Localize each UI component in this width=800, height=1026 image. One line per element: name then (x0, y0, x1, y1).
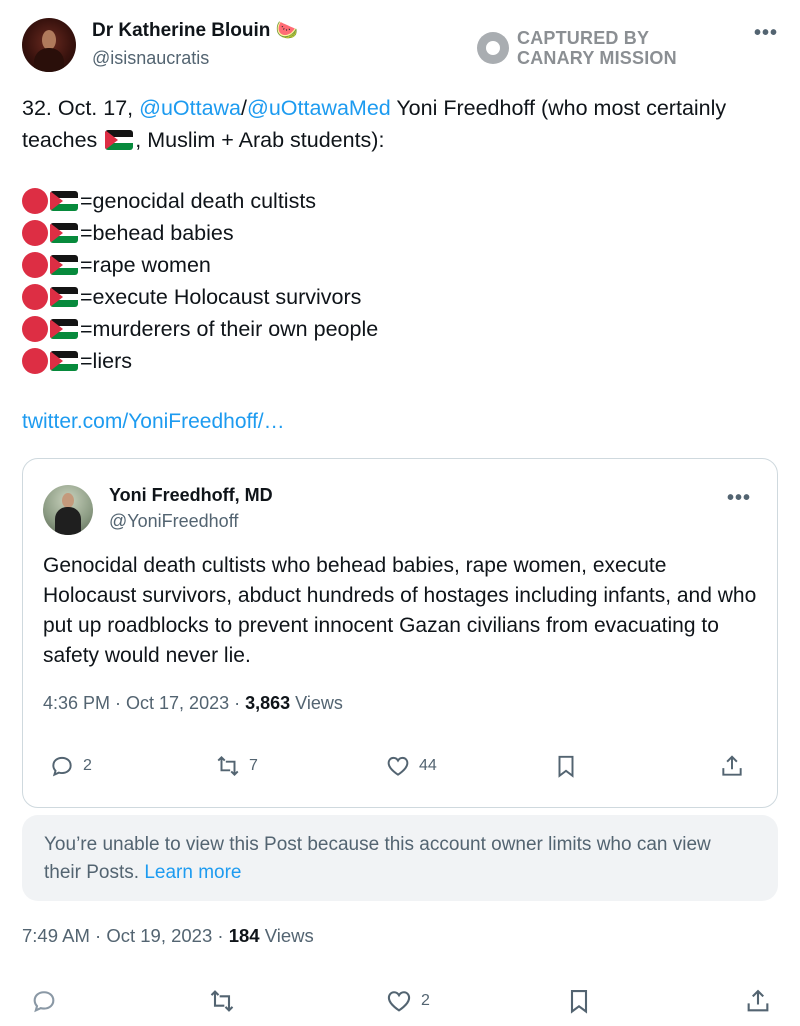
author-name[interactable]: Dr Katherine Blouin 🍉 (92, 20, 298, 42)
quoted-views-count: 3,863 (245, 693, 291, 713)
share-icon (747, 989, 769, 1012)
palestine-flag-icon (50, 223, 78, 243)
tweet-action-bar: 2 (0, 986, 800, 1018)
like-count: 44 (419, 757, 437, 774)
quoted-tweet-meta: 4:36 PM · Oct 17, 2023 · 3,863 Views (43, 693, 343, 714)
quoted-action-bar: 2 7 44 (23, 751, 777, 781)
tweet-views-label: Views (259, 925, 314, 946)
quoted-views-label: Views (290, 693, 343, 713)
bookmark-icon (570, 990, 588, 1014)
share-button[interactable] (744, 986, 780, 1016)
palestine-flag-icon (50, 191, 78, 211)
quoted-tweet-text: Genocidal death cultists who behead babi… (43, 554, 757, 667)
palestine-flag-icon (105, 130, 134, 150)
tweet-timestamp[interactable]: 7:49 AM · Oct 19, 2023 · (22, 925, 229, 946)
author-handle[interactable]: @isisnaucratis (92, 48, 209, 69)
watermark-text: CAPTURED BY CANARY MISSION (517, 28, 677, 68)
mention-uottawa[interactable]: @uOttawa (139, 96, 241, 120)
list-item-text: =execute Holocaust survivors (80, 285, 362, 309)
bookmark-button[interactable] (553, 751, 587, 781)
like-count: 2 (421, 992, 430, 1009)
list-item: =behead babies (22, 217, 782, 249)
tweet-header: Dr Katherine Blouin 🍉 @isisnaucratis CAP… (22, 18, 782, 74)
red-circle-icon (22, 188, 48, 214)
heart-icon (387, 756, 409, 776)
tweet-body: 32. Oct. 17, @uOttawa/@uOttawaMed Yoni F… (22, 92, 782, 156)
list-item-text: =liers (80, 349, 132, 373)
share-button[interactable] (719, 751, 753, 781)
canary-mission-watermark: CAPTURED BY CANARY MISSION (477, 28, 697, 72)
canary-logo-icon (477, 32, 509, 64)
author-name-text[interactable]: Dr Katherine Blouin (92, 20, 270, 41)
palestine-flag-icon (50, 351, 78, 371)
reply-button[interactable]: 2 (49, 751, 92, 781)
watermelon-icon: 🍉 (275, 20, 299, 40)
list-item: =murderers of their own people (22, 313, 782, 345)
share-icon (722, 755, 742, 776)
tweet-meta: 7:49 AM · Oct 19, 2023 · 184 Views (22, 925, 314, 947)
author-avatar[interactable] (22, 18, 76, 72)
quoted-tweet-card[interactable]: Yoni Freedhoff, MD @YoniFreedhoff ••• Ge… (22, 458, 778, 808)
bookmark-icon (558, 755, 574, 778)
retweet-button[interactable] (208, 986, 244, 1016)
list-item: =genocidal death cultists (22, 185, 782, 217)
more-options-icon[interactable]: ••• (754, 22, 778, 45)
palestine-flag-icon (50, 255, 78, 275)
tweet-text-suffix: , Muslim + Arab students): (135, 128, 385, 152)
watermark-line1: CAPTURED BY (517, 28, 650, 48)
notice-text: You’re unable to view this Post because … (44, 831, 744, 887)
quoted-timestamp[interactable]: 4:36 PM · Oct 17, 2023 · (43, 693, 245, 713)
bookmark-button[interactable] (565, 986, 601, 1016)
red-circle-icon (22, 220, 48, 246)
list-item: =execute Holocaust survivors (22, 281, 782, 313)
list-item: =liers (22, 345, 782, 377)
reply-icon (33, 991, 55, 1013)
list-item-text: =genocidal death cultists (80, 189, 317, 213)
palestine-flag-icon (50, 319, 78, 339)
list-item: =rape women (22, 249, 782, 281)
retweet-count: 7 (249, 757, 258, 774)
more-options-icon[interactable]: ••• (727, 487, 751, 510)
watermark-line2: CANARY MISSION (517, 48, 677, 68)
red-circle-icon (22, 348, 48, 374)
retweet-icon (210, 990, 234, 1012)
reply-count: 2 (83, 757, 92, 774)
list-item-text: =murderers of their own people (80, 317, 379, 341)
list-item-text: =behead babies (80, 221, 234, 245)
external-link[interactable]: twitter.com/YoniFreedhoff/… (22, 410, 285, 434)
mention-uottawamed[interactable]: @uOttawaMed (247, 96, 391, 120)
quoted-author-name[interactable]: Yoni Freedhoff, MD (109, 485, 273, 506)
retweet-icon (217, 755, 239, 777)
palestine-flag-icon (50, 287, 78, 307)
heart-icon (387, 991, 411, 1012)
like-button[interactable]: 44 (385, 751, 437, 781)
quoted-author-avatar[interactable] (43, 485, 93, 535)
retweet-button[interactable]: 7 (215, 751, 258, 781)
quoted-author-handle[interactable]: @YoniFreedhoff (109, 511, 238, 532)
like-button[interactable]: 2 (385, 986, 430, 1016)
list-item-text: =rape women (80, 253, 211, 277)
tweet-list: =genocidal death cultists =behead babies… (22, 185, 782, 377)
red-circle-icon (22, 252, 48, 278)
learn-more-link[interactable]: Learn more (144, 862, 241, 883)
tweet-text-prefix: 32. Oct. 17, (22, 96, 140, 120)
unavailable-post-notice: You’re unable to view this Post because … (22, 815, 778, 901)
tweet-views-count: 184 (228, 925, 260, 946)
red-circle-icon (22, 316, 48, 342)
red-circle-icon (22, 284, 48, 310)
reply-button[interactable] (30, 986, 66, 1016)
reply-icon (52, 756, 72, 777)
